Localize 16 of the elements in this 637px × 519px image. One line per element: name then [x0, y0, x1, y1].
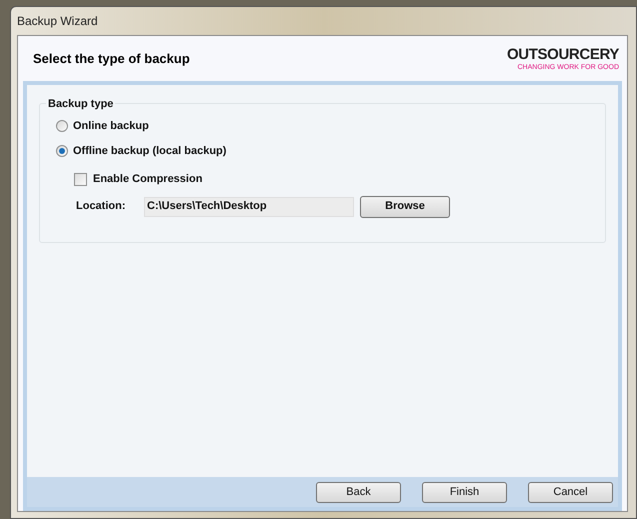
group-title: Backup type — [46, 96, 116, 112]
browse-button[interactable]: Browse — [360, 196, 450, 218]
radio-button[interactable] — [56, 144, 68, 157]
wizard-button[interactable]: Back — [316, 482, 401, 502]
radio-button[interactable] — [56, 120, 68, 132]
window-title: Backup Wizard — [17, 13, 98, 30]
radio-label: Online backup — [73, 119, 149, 134]
wizard-button[interactable]: Finish — [422, 482, 507, 502]
location-field[interactable]: C:\Users\Tech\Desktop — [144, 196, 354, 216]
radio-label: Offline backup (local backup) — [73, 144, 226, 158]
wizard-button[interactable]: Cancel — [528, 482, 613, 502]
checkbox-label: Enable Compression — [93, 172, 202, 187]
page-heading: Select the type of backup — [33, 50, 190, 68]
location-label: Location: — [76, 199, 126, 214]
checkbox[interactable] — [74, 172, 87, 186]
logo-text: OUTSOURCERY — [507, 46, 619, 62]
